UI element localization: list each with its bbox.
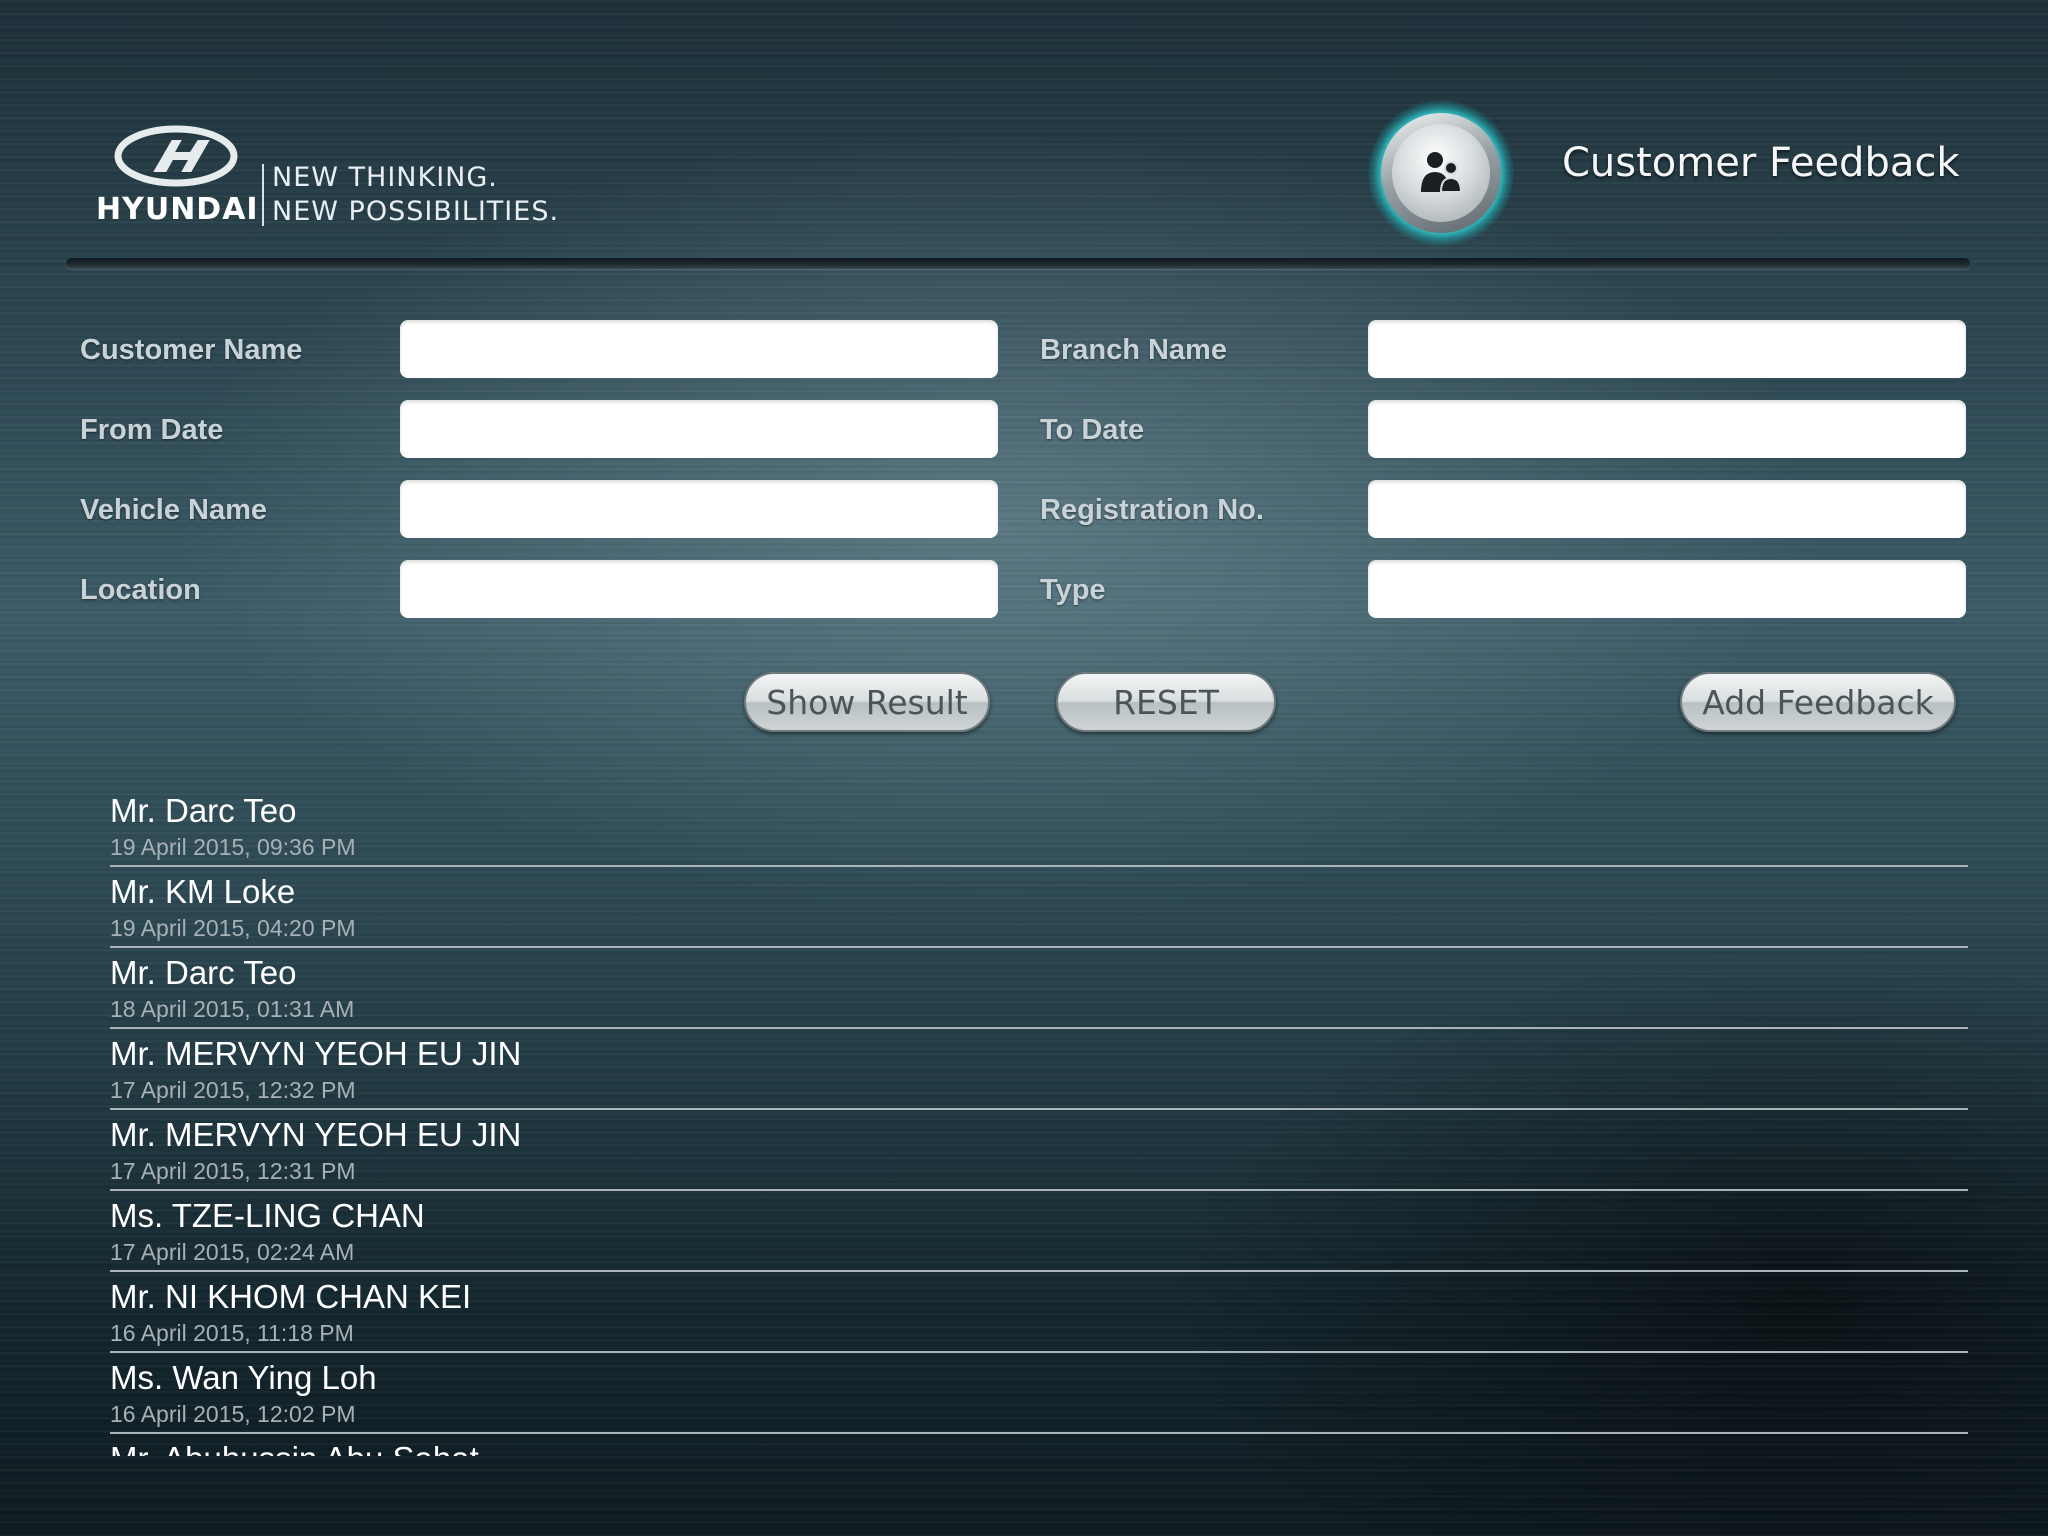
add-feedback-button[interactable]: Add Feedback (1680, 672, 1956, 732)
header-divider (66, 258, 1970, 269)
page-title: Customer Feedback (1562, 140, 1960, 186)
feedback-date: 16 April 2015, 12:02 PM (110, 1401, 356, 1427)
location-label: Location (80, 574, 201, 606)
list-item[interactable]: Mr. MERVYN YEOH EU JIN 17 April 2015, 12… (110, 1029, 1968, 1110)
list-item[interactable]: Mr. Darc Teo 19 April 2015, 09:36 PM (110, 786, 1968, 867)
to-date-label: To Date (1040, 414, 1145, 446)
hyundai-logo: HYUNDAI NEW THINKING. NEW POSSIBILITIES. (96, 118, 566, 230)
icon-ring (1381, 113, 1501, 233)
feedback-date: 19 April 2015, 09:36 PM (110, 834, 356, 860)
customer-name-label: Customer Name (80, 334, 303, 366)
tagline-line-1: NEW THINKING. (272, 162, 498, 193)
feedback-date: 16 April 2015, 11:18 PM (110, 1320, 354, 1346)
customer-name: Mr. MERVYN YEOH EU JIN (110, 1116, 522, 1153)
list-item[interactable]: Mr. NI KHOM CHAN KEI 16 April 2015, 11:1… (110, 1272, 1968, 1353)
feedback-date: 17 April 2015, 12:31 PM (110, 1158, 356, 1184)
type-input[interactable] (1368, 560, 1966, 618)
registration-no-input[interactable] (1368, 480, 1966, 538)
registration-no-label: Registration No. (1040, 494, 1264, 526)
people-icon (1421, 152, 1463, 193)
feedback-date: 17 April 2015, 12:32 PM (110, 1077, 356, 1103)
vehicle-name-label: Vehicle Name (80, 494, 267, 526)
branch-name-input[interactable] (1368, 320, 1966, 378)
branch-name-label: Branch Name (1040, 334, 1227, 366)
tagline-line-2: NEW POSSIBILITIES. (272, 196, 560, 227)
feedback-list[interactable]: Mr. Darc Teo 19 April 2015, 09:36 PM Mr.… (110, 786, 1968, 1456)
customer-name: Mr. Abuhussin Abu Sahat (110, 1440, 479, 1456)
type-label: Type (1040, 574, 1106, 606)
list-item[interactable]: Mr. Abuhussin Abu Sahat (110, 1434, 1968, 1456)
reset-button[interactable]: RESET (1056, 672, 1276, 732)
logo-divider (262, 164, 264, 226)
from-date-label: From Date (80, 414, 224, 446)
list-item[interactable]: Mr. Darc Teo 18 April 2015, 01:31 AM (110, 948, 1968, 1029)
location-input[interactable] (400, 560, 998, 618)
icon-inner (1392, 124, 1490, 222)
customer-name: Ms. Wan Ying Loh (110, 1359, 377, 1396)
customer-name: Mr. Darc Teo (110, 954, 297, 991)
feedback-date: 18 April 2015, 01:31 AM (110, 996, 355, 1022)
customer-name-input[interactable] (400, 320, 998, 378)
customer-name: Mr. NI KHOM CHAN KEI (110, 1278, 472, 1315)
list-item[interactable]: Ms. TZE-LING CHAN 17 April 2015, 02:24 A… (110, 1191, 1968, 1272)
list-item[interactable]: Mr. MERVYN YEOH EU JIN 17 April 2015, 12… (110, 1110, 1968, 1191)
feedback-date: 19 April 2015, 04:20 PM (110, 915, 356, 941)
vehicle-name-input[interactable] (400, 480, 998, 538)
customer-name: Ms. TZE-LING CHAN (110, 1197, 425, 1234)
hyundai-emblem-icon (114, 125, 238, 187)
customer-name: Mr. Darc Teo (110, 792, 297, 829)
show-result-button[interactable]: Show Result (744, 672, 990, 732)
from-date-input[interactable] (400, 400, 998, 458)
list-item[interactable]: Ms. Wan Ying Loh 16 April 2015, 12:02 PM (110, 1353, 1968, 1434)
feedback-date: 17 April 2015, 02:24 AM (110, 1239, 355, 1265)
list-item[interactable]: Mr. KM Loke 19 April 2015, 04:20 PM (110, 867, 1968, 948)
customer-group-icon (1368, 100, 1514, 246)
customer-name: Mr. KM Loke (110, 873, 296, 910)
customer-name: Mr. MERVYN YEOH EU JIN (110, 1035, 522, 1072)
to-date-input[interactable] (1368, 400, 1966, 458)
brand-name: HYUNDAI (96, 192, 259, 227)
